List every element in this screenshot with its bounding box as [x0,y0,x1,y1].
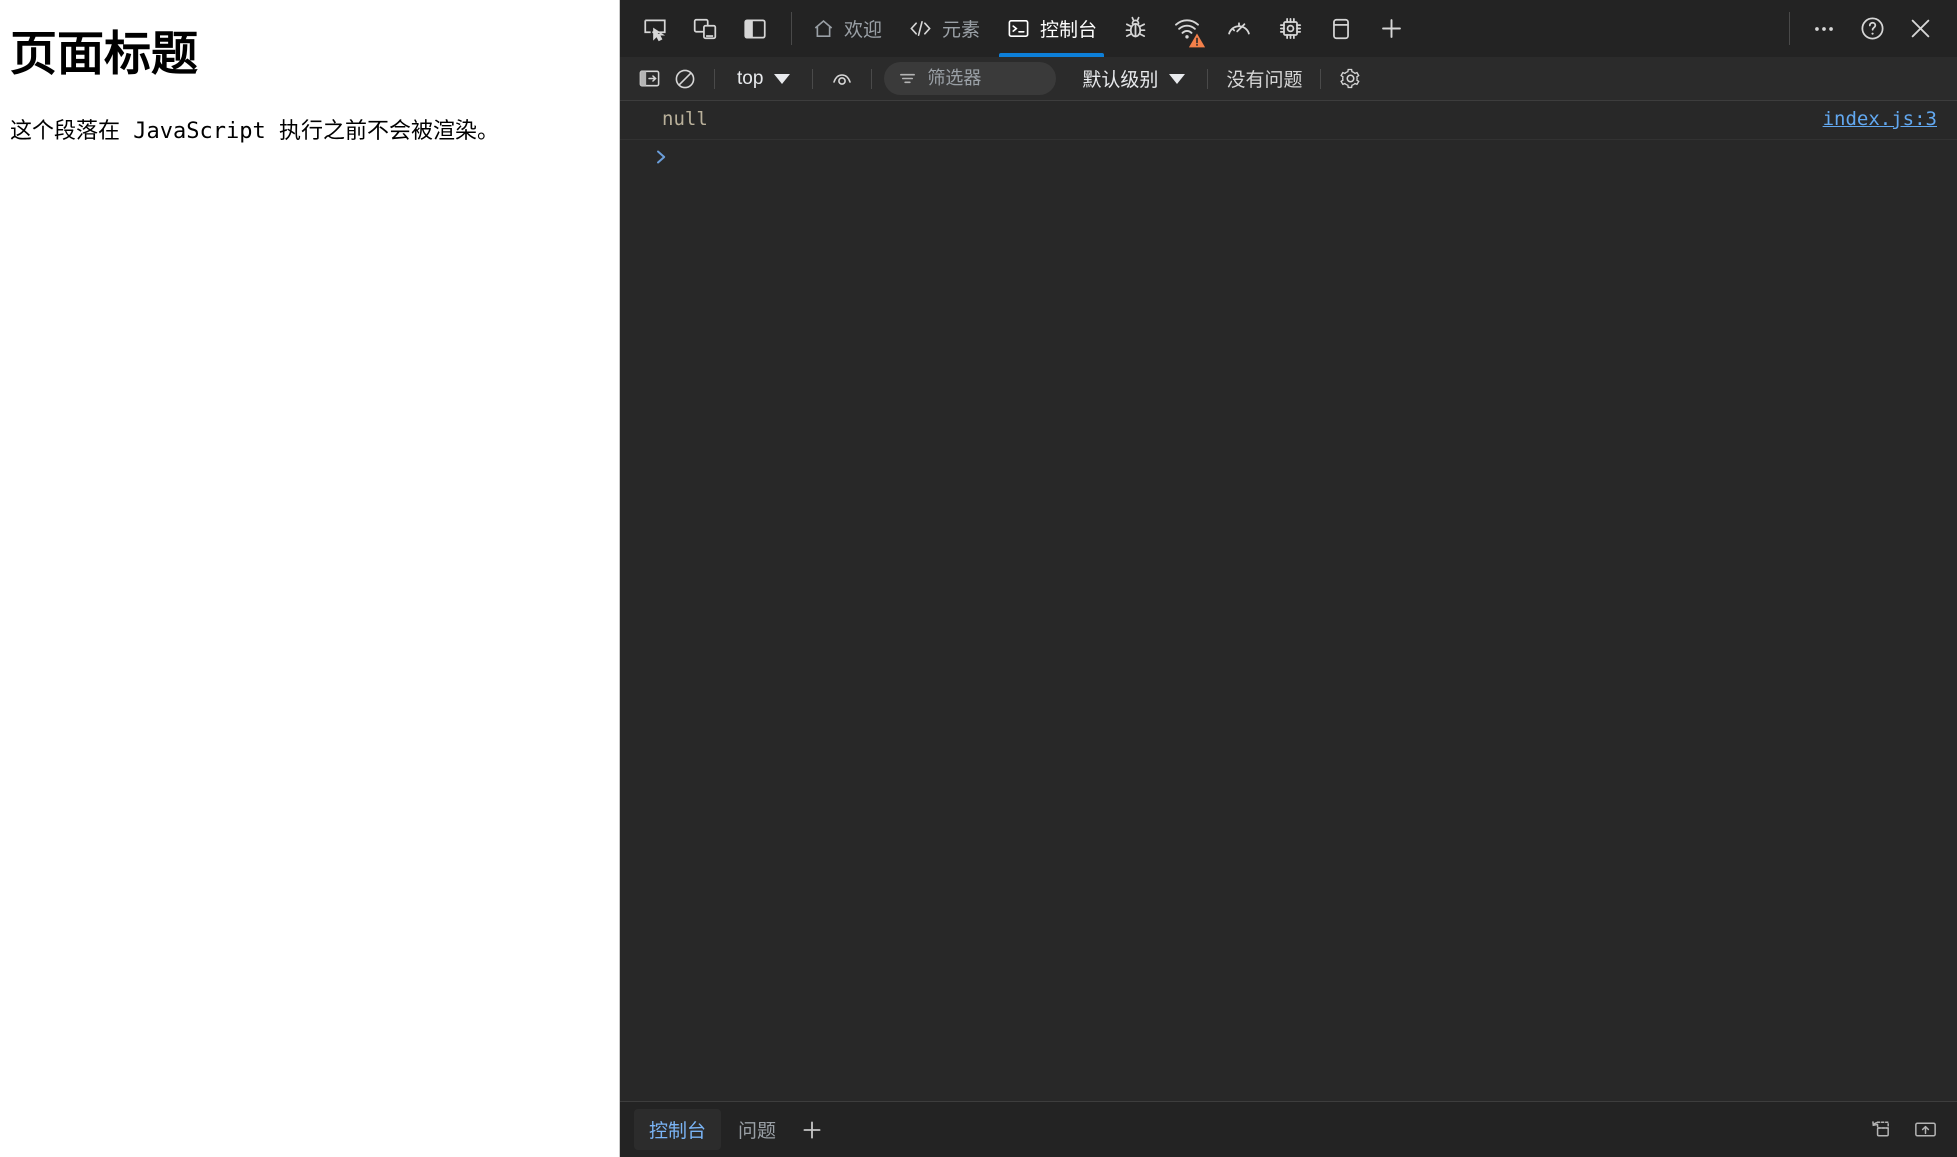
drawer-tab-issues[interactable]: 问题 [723,1109,791,1150]
device-tools-group [620,0,784,57]
prompt-caret-icon [654,147,670,167]
chevron-down-icon [1169,73,1186,84]
drawer-tab-console[interactable]: 控制台 [634,1109,722,1150]
execution-context-value: top [737,67,764,89]
close-devtools-icon[interactable] [1897,6,1943,52]
console-message-list[interactable]: null index.js:3 [620,101,1957,1101]
warning-badge-icon [1188,32,1206,49]
toolbar-divider-3 [871,68,873,89]
dock-to-bottom-icon[interactable] [1905,1111,1945,1149]
execution-context-dropdown[interactable]: top [727,65,800,93]
panel-tabs: 欢迎 元素 控制台 [799,0,1782,57]
restore-drawer-icon[interactable] [1859,1111,1899,1149]
performance-gauge-icon[interactable] [1213,0,1265,57]
code-brackets-icon [908,17,933,40]
page-content: 页面标题 这个段落在 JavaScript 执行之前不会被渲染。 [0,0,619,147]
issues-status[interactable]: 没有问题 [1220,65,1308,92]
settings-gear-icon[interactable] [1333,63,1367,95]
tab-elements[interactable]: 元素 [895,0,993,57]
tab-elements-label: 元素 [942,20,981,41]
live-expression-icon[interactable] [825,63,859,95]
drawer-right-actions [1859,1111,1945,1149]
console-toolbar: top 默认级别 没有问题 [620,57,1957,101]
drawer-tabs: 控制台 问题 [634,1109,831,1150]
log-level-value: 默认级别 [1082,70,1159,91]
toolbar-divider-5 [1320,68,1322,89]
window-actions-divider [1789,12,1790,45]
log-level-dropdown[interactable]: 默认级别 [1072,62,1195,95]
console-log-source-link[interactable]: index.js:3 [1823,108,1937,130]
application-storage-icon[interactable] [1316,0,1366,57]
console-sidebar-toggle-icon[interactable] [632,63,666,95]
help-icon[interactable] [1849,6,1895,52]
page-paragraph: 这个段落在 JavaScript 执行之前不会被渲染。 [10,119,499,145]
add-panel-plus-icon[interactable] [1366,0,1417,57]
sources-bug-icon[interactable] [1110,0,1161,57]
filter-input[interactable] [927,68,1043,89]
network-wifi-icon[interactable] [1161,0,1213,57]
tab-console[interactable]: 控制台 [993,0,1110,57]
rendered-page-pane: 页面标题 这个段落在 JavaScript 执行之前不会被渲染。 [0,0,620,1157]
device-toolbar-icon[interactable] [682,6,728,52]
toolbar-divider-2 [812,68,814,89]
console-prompt-row[interactable] [620,140,1957,174]
filter-icon [898,69,917,88]
tab-welcome[interactable]: 欢迎 [799,0,895,57]
page-title: 页面标题 [10,27,198,82]
more-options-icon[interactable] [1801,6,1847,52]
devtools-tabstrip: 欢迎 元素 控制台 [620,0,1957,57]
toolbar-divider-4 [1207,68,1209,89]
tab-welcome-label: 欢迎 [844,20,883,41]
inspect-element-icon[interactable] [632,6,678,52]
tab-console-label: 控制台 [1040,20,1098,41]
clear-console-icon[interactable] [668,63,702,95]
console-log-entry[interactable]: null index.js:3 [620,101,1957,140]
window-actions [1797,0,1957,57]
add-tab-plus-icon[interactable] [793,1111,831,1149]
drawer-tabbar: 控制台 问题 [620,1101,1957,1157]
memory-chip-icon[interactable] [1265,0,1316,57]
chevron-down-icon [774,73,791,84]
console-log-text: null [662,108,708,130]
home-icon [812,17,835,40]
devtools-panel: 欢迎 元素 控制台 top 筛选器 默认级别 没有问题 null index.j… [620,0,1957,1157]
filter-input-container[interactable] [884,62,1057,95]
console-prompt-input[interactable] [682,145,1937,168]
tabstrip-divider [791,12,792,45]
console-terminal-icon [1006,17,1031,40]
dock-side-icon[interactable] [732,6,778,52]
toolbar-divider-1 [714,68,715,89]
